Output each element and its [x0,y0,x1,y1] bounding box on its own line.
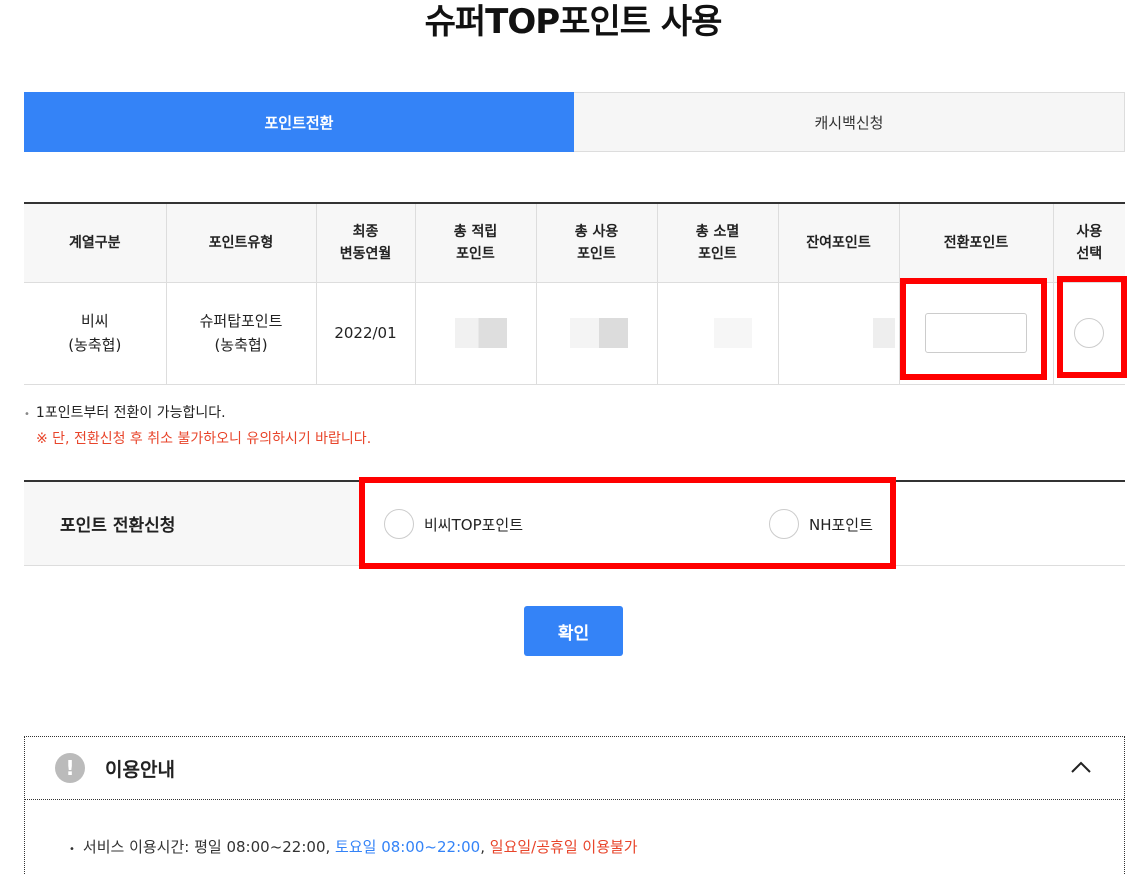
cell-total-used [536,282,658,385]
guide-hours-weekday: 서비스 이용시간: 평일 08:00~22:00, [82,838,336,856]
usage-guide-header[interactable]: ! 이용안내 [25,737,1124,800]
highlight-convert-input [900,278,1047,380]
header-convert: 전환포인트 [899,203,1054,283]
header-last-change: 최종 변동연월 [316,203,416,283]
cell-last-change: 2022/01 [316,282,416,385]
usage-guide: ! 이용안내 • 서비스 이용시간: 평일 08:00~22:00, 토요일 08… [24,736,1125,874]
masked-value [713,318,752,348]
header-remaining: 잔여포인트 [778,203,900,283]
note-no-cancel: ※ 단, 전환신청 후 취소 불가하오니 유의하시기 바랍니다. [36,431,372,447]
header-point-type: 포인트유형 [166,203,317,283]
header-total-earned: 총 적립 포인트 [415,203,537,283]
highlight-use-select [1057,276,1127,378]
note-min-points: • 1포인트부터 전환이 가능합니다. [24,405,226,421]
page-title: 슈퍼TOP포인트 사용 [424,2,723,42]
chevron-up-icon[interactable] [1068,755,1094,781]
header-select: 사용 선택 [1053,203,1125,283]
cell-total-expired [657,282,779,385]
header-total-used: 총 사용 포인트 [536,203,658,283]
highlight-conversion-options [359,477,896,569]
cell-remaining [778,282,900,385]
tab-cashback-request[interactable]: 캐시백신청 [574,92,1125,152]
cell-affiliate: 비씨 (농축협) [24,282,167,385]
cell-total-earned [415,282,537,385]
exclamation-icon: ! [55,753,85,783]
table-header-row: 계열구분 포인트유형 최종 변동연월 총 적립 포인트 총 사용 포인트 총 소멸 포인… [24,203,1125,283]
guide-hours-sunday: 일요일/공휴일 이용불가 [489,838,638,856]
masked-value [872,318,895,348]
masked-value [569,318,628,348]
header-affiliate: 계열구분 [24,203,167,283]
conversion-request-label: 포인트 전환신청 [24,482,360,565]
cell-point-type: 슈퍼탑포인트 (농축협) [166,282,317,385]
usage-guide-body: • 서비스 이용시간: 평일 08:00~22:00, 토요일 08:00~22:… [69,838,638,856]
masked-value [454,318,507,348]
guide-hours-saturday: 토요일 08:00~22:00 [335,838,481,856]
header-total-expired: 총 소멸 포인트 [657,203,779,283]
confirm-button[interactable]: 확인 [524,606,623,656]
tab-bar: 포인트전환 캐시백신청 [24,92,1125,152]
guide-comma: , [480,838,490,856]
tab-point-conversion[interactable]: 포인트전환 [24,92,574,152]
usage-guide-title: 이용안내 [105,758,175,781]
